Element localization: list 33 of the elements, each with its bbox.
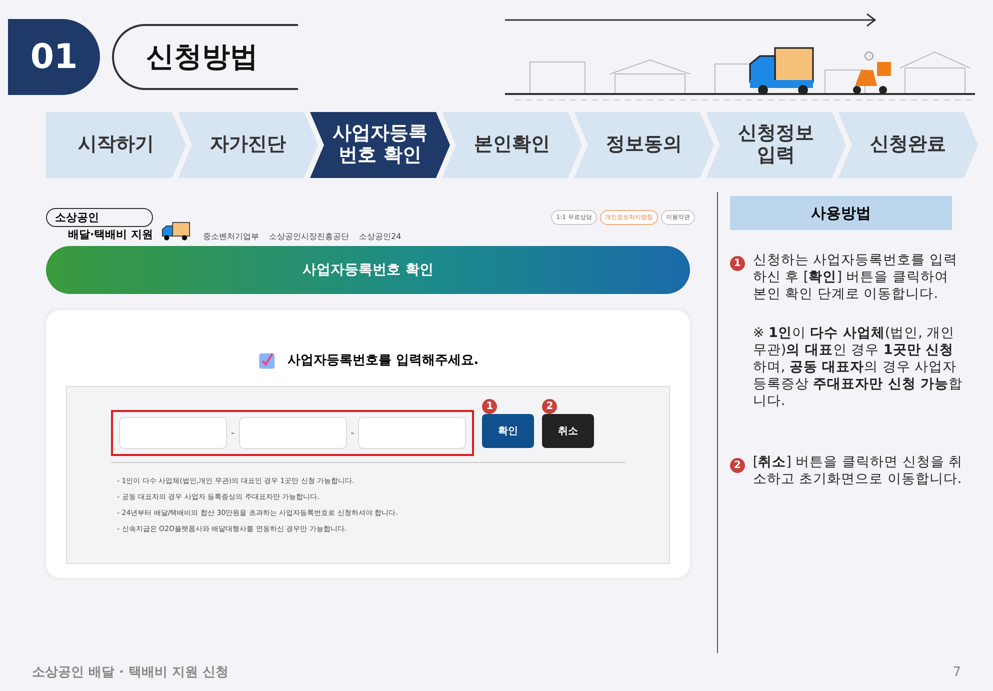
input-prompt: 사업자등록번호를 입력해주세요. [287, 352, 479, 369]
process-step: 신청완료 [838, 112, 978, 178]
guide-paragraph: ※ 1인이 다수 사업체(법인, 개인 무관)의 대표인 경우 1곳만 신청하며, 공동 대표자의 경우 사업자등록증상 주대표자만 신청 가능합니다. [752, 325, 964, 410]
section-number: 01 [8, 19, 100, 95]
page-banner: 사업자등록번호 확인 [46, 246, 690, 294]
number-field[interactable] [358, 417, 466, 449]
process-step: 사업자등록 번호 확인 [310, 112, 450, 178]
step-badge: 1 [482, 399, 498, 414]
process-step: 정보동의 [574, 112, 714, 178]
number-field[interactable] [119, 417, 227, 449]
section-title: 신청방법 [112, 24, 298, 90]
process-step: 신청정보 입력 [706, 112, 846, 178]
action-button[interactable]: 확인 [482, 414, 534, 448]
logo-text: 배달·택배비 지원 [68, 227, 154, 242]
agency-name: 소상공인24 [359, 231, 402, 242]
logo-text: 소상공인 [46, 208, 154, 227]
step-badge: 2 [730, 458, 745, 473]
footer-title: 소상공인 배달 · 택배비 지원 신청 [32, 664, 229, 681]
action-button[interactable]: 취소 [542, 414, 594, 448]
agency-name: 중소벤처기업부 [203, 231, 260, 242]
step-badge: 1 [730, 256, 745, 271]
step-badge: 2 [542, 399, 558, 414]
process-step: 자가진단 [178, 112, 318, 178]
guide-paragraph: 신청하는 사업자등록번호를 입력하신 후 [확인] 버튼을 클릭하여 본인 확인 단계로 이동합니다. [752, 252, 958, 303]
page-number: 7 [952, 664, 961, 680]
agency-name: 소상공인시장진흥공단 [269, 231, 350, 242]
guide-paragraph: [취소] 버튼을 클릭하면 신청을 취소하고 초기화면으로 이동합니다. [752, 454, 964, 488]
guide-title: 사용방법 [730, 196, 952, 230]
dash-separator: - [350, 428, 354, 438]
number-field[interactable] [238, 417, 347, 449]
dash-separator: - [231, 428, 235, 438]
process-step: 본인확인 [442, 112, 582, 178]
process-step: 시작하기 [46, 112, 186, 178]
